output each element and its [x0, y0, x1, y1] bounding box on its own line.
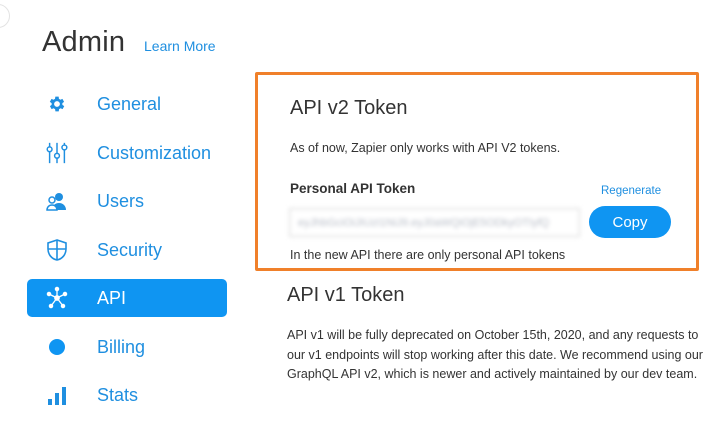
learn-more-link[interactable]: Learn More [144, 38, 216, 54]
personal-token-label: Personal API Token [290, 181, 416, 196]
token-note: In the new API there are only personal A… [290, 248, 566, 262]
sidebar: General Customization Users Security API… [27, 85, 227, 421]
corner-decoration [0, 4, 10, 28]
sidebar-item-label: Billing [97, 336, 146, 357]
sidebar-item-general[interactable]: General [27, 85, 227, 123]
sidebar-item-security[interactable]: Security [27, 231, 227, 269]
api-v2-title: API v2 Token [290, 97, 408, 119]
network-icon [45, 286, 69, 310]
api-v1-title: API v1 Token [287, 284, 405, 306]
sidebar-item-label: General [97, 94, 162, 114]
api-v1-description: API v1 will be fully deprecated on Octob… [287, 328, 703, 381]
regenerate-link[interactable]: Regenerate [601, 185, 661, 197]
bar-chart-icon [45, 383, 69, 407]
sidebar-item-users[interactable]: Users [27, 182, 227, 220]
gear-icon [45, 92, 69, 116]
api-v2-description: As of now, Zapier only works with API V2… [290, 141, 561, 155]
sidebar-item-api[interactable]: API [27, 279, 227, 317]
sidebar-item-stats[interactable]: Stats [27, 376, 227, 414]
copy-button[interactable]: Copy [589, 206, 671, 238]
sidebar-item-label: Stats [97, 385, 139, 405]
users-icon [45, 189, 69, 213]
shield-icon [45, 238, 69, 262]
page-title: Admin [42, 26, 126, 58]
api-v2-token-card: API v2 Token As of now, Zapier only work… [255, 72, 699, 271]
sidebar-item-label: API [97, 288, 127, 308]
sidebar-item-billing[interactable]: Billing [27, 328, 227, 366]
sidebar-item-label: Customization [97, 142, 212, 163]
sidebar-item-label: Users [97, 191, 145, 211]
billing-icon [45, 335, 69, 359]
sidebar-item-label: Security [97, 239, 163, 260]
sliders-icon [45, 141, 69, 165]
sidebar-item-customization[interactable]: Customization [27, 134, 227, 172]
api-token-field[interactable] [289, 208, 580, 237]
